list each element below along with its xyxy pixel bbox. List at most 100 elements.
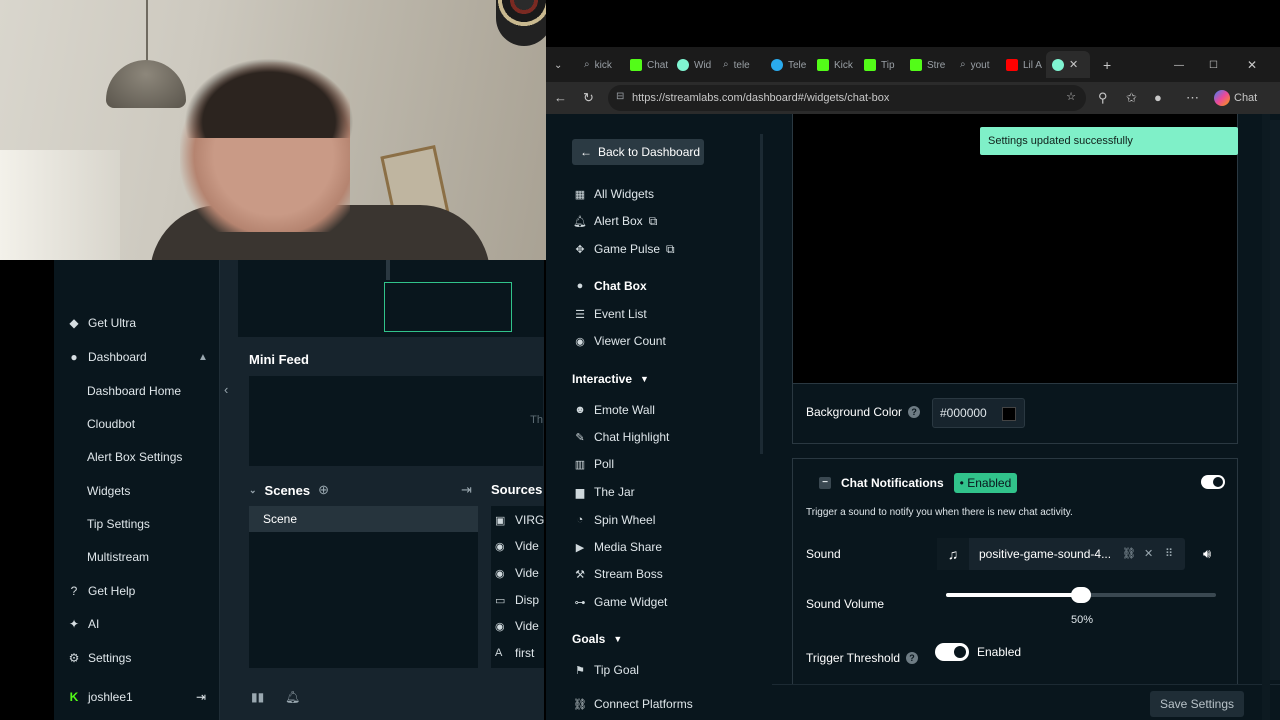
sidebar-item-account[interactable]: Kjoshlee1 ⇥ (66, 686, 206, 708)
sidebar-item-multistream[interactable]: Multistream (87, 547, 149, 567)
sidebar-item-settings[interactable]: ⚙ Settings (66, 647, 132, 669)
color-swatch[interactable] (1002, 407, 1016, 421)
sidebar-item-alert-box-settings[interactable]: Alert Box Settings (87, 447, 182, 467)
address-bar[interactable]: ⊟ https://streamlabs.com/dashboard#/widg… (608, 85, 1086, 111)
collapse-icon[interactable]: − (819, 477, 831, 489)
nav-event-list[interactable]: ☰ Event List (572, 304, 647, 324)
nav-chat-box[interactable]: ● Chat Box (572, 276, 647, 296)
trigger-threshold-toggle[interactable] (935, 643, 969, 661)
nav-alert-box[interactable]: 🔔︎ Alert Box ⧉ (572, 211, 657, 231)
link-icon[interactable]: ⛓ (1122, 547, 1136, 560)
volume-slider-handle[interactable] (1071, 587, 1091, 603)
source-item[interactable]: ◉ Vide (495, 563, 539, 583)
nav-tip-goal[interactable]: ⚑ Tip Goal (572, 660, 639, 680)
sidebar-item-ai[interactable]: ✦ AI (66, 613, 99, 635)
background-color-input[interactable]: #000000 (932, 398, 1025, 428)
tab-1[interactable]: ⌕ kick (584, 56, 620, 74)
nav-emote-wall[interactable]: ☻ Emote Wall (572, 400, 655, 420)
bell-icon[interactable]: 🔔︎ (285, 690, 300, 704)
source-item[interactable]: ◉ Vide (495, 616, 539, 636)
source-item[interactable]: ▣ VIRG (495, 510, 544, 530)
add-scene-icon[interactable]: ⊕ (318, 482, 329, 498)
source-item[interactable]: ◉ Vide (495, 536, 539, 556)
kick-favicon-icon (864, 59, 876, 71)
goals-title: Goals (572, 632, 606, 646)
sidebar-item-widgets[interactable]: Widgets (87, 481, 130, 501)
site-info-icon[interactable]: ⊟ (616, 91, 624, 102)
favorites-icon[interactable]: ✩ (1126, 90, 1137, 106)
nav-viewer-count[interactable]: ◉ Viewer Count (572, 331, 666, 351)
tab-list-icon[interactable]: ⌄ (554, 56, 562, 74)
sound-selector[interactable]: ♫ positive-game-sound-4... ⛓ ✕ ⠿ (937, 538, 1185, 570)
sidebar-item-get-help[interactable]: ? Get Help (66, 580, 136, 602)
webcam-icon: ◉ (495, 540, 505, 553)
clear-icon[interactable]: ✕ (1144, 547, 1153, 560)
tab-6[interactable]: Kick (817, 56, 859, 74)
tab-7[interactable]: Tip (864, 56, 904, 74)
interactive-section-header[interactable]: Interactive ▼ (572, 369, 649, 389)
chat-notifications-toggle[interactable] (1201, 475, 1225, 489)
back-to-dashboard-button[interactable]: ← Back to Dashboard (572, 139, 704, 165)
profile-avatar-icon[interactable]: ● (1154, 90, 1162, 105)
sidebar-item-get-ultra[interactable]: ◆ Get Ultra (66, 312, 136, 334)
maximize-icon[interactable]: ☐ (1209, 56, 1218, 74)
save-settings-button[interactable]: Save Settings (1150, 691, 1244, 717)
source-item[interactable]: ▭ Disp (495, 590, 539, 610)
tab-9[interactable]: ⌕ yout (960, 56, 1000, 74)
tab-10[interactable]: Lil A (1006, 56, 1046, 74)
sidebar-item-dashboard-home[interactable]: Dashboard Home (87, 381, 181, 401)
chevron-up-icon[interactable]: ▲ (198, 352, 208, 363)
collapse-sidebar-icon[interactable]: ‹ (220, 382, 228, 397)
selected-source-outline[interactable] (384, 282, 512, 332)
nav-all-widgets[interactable]: ▦ All Widgets (572, 184, 654, 204)
help-icon[interactable]: ? (906, 652, 919, 664)
help-icon[interactable]: ? (908, 406, 921, 418)
reload-icon[interactable]: ↻ (583, 90, 594, 106)
nav-connect-platforms[interactable]: ⛓ Connect Platforms (572, 694, 693, 714)
sidebar-item-tip-settings[interactable]: Tip Settings (87, 514, 150, 534)
music-note-icon[interactable]: ♫ (937, 538, 969, 570)
goals-section-header[interactable]: Goals ▼ (572, 629, 622, 649)
more-menu-icon[interactable]: ⋯ (1186, 90, 1199, 106)
page-scrollbar[interactable] (1262, 114, 1270, 720)
app-sidebar: ◆ Get Ultra ● Dashboard ▲ Dashboard Home Cl… (54, 260, 220, 720)
tab-2[interactable]: Chat (630, 56, 670, 74)
nav-media-share[interactable]: ▶ Media Share (572, 537, 662, 557)
bookmark-star-icon[interactable]: ☆ (1066, 90, 1076, 103)
external-link-icon: ⧉ (648, 213, 658, 228)
close-tab-icon[interactable]: ✕ (1069, 58, 1078, 71)
close-window-icon[interactable]: ✕ (1247, 56, 1257, 74)
tab-5[interactable]: Tele (771, 56, 811, 74)
stats-icon[interactable]: ▮▮ (251, 690, 264, 704)
chevron-down-icon[interactable]: ⌄ (249, 485, 257, 496)
minimize-icon[interactable]: — (1174, 56, 1184, 74)
copilot-chat-button[interactable]: Chat (1214, 90, 1257, 106)
source-label: Disp (515, 593, 540, 607)
volume-slider[interactable] (946, 587, 1216, 603)
extensions-icon[interactable]: ⚲ (1098, 90, 1108, 106)
tab-3[interactable]: Wid (677, 56, 717, 74)
nav-stream-boss[interactable]: ⚒ Stream Boss (572, 564, 663, 584)
tab-8[interactable]: Stre (910, 56, 954, 74)
nav-chat-highlight[interactable]: ✎ Chat Highlight (572, 427, 669, 447)
nav-poll[interactable]: ▥ Poll (572, 454, 614, 474)
back-arrow-icon[interactable]: ← (554, 90, 567, 105)
sidebar-item-cloudbot[interactable]: Cloudbot (87, 414, 135, 434)
logout-icon[interactable]: ⇥ (196, 690, 206, 704)
nav-item-label: Event List (594, 307, 647, 321)
transition-icon[interactable]: ⇥ (461, 482, 472, 498)
sidebar-item-dashboard[interactable]: ● Dashboard ▲ (66, 346, 208, 368)
nav-game-widget[interactable]: ⊶ Game Widget (572, 592, 668, 612)
scene-item[interactable]: Scene (249, 506, 478, 532)
nav-game-pulse[interactable]: ✥ Game Pulse ⧉ (572, 239, 674, 259)
nav-scrollbar[interactable] (760, 134, 763, 454)
nav-spin-wheel[interactable]: ◔ Spin Wheel (572, 510, 656, 530)
source-item[interactable]: Afirst (495, 643, 534, 663)
stream-preview[interactable] (238, 260, 544, 337)
new-tab-icon[interactable]: + (1103, 56, 1111, 74)
nav-the-jar[interactable]: ▆ The Jar (572, 482, 635, 502)
speaker-icon[interactable]: 🔊︎ (1203, 546, 1211, 562)
tab-active[interactable]: ✕ (1046, 51, 1090, 78)
grid-icon[interactable]: ⠿ (1165, 547, 1173, 560)
tab-4[interactable]: ⌕ tele (723, 56, 763, 74)
